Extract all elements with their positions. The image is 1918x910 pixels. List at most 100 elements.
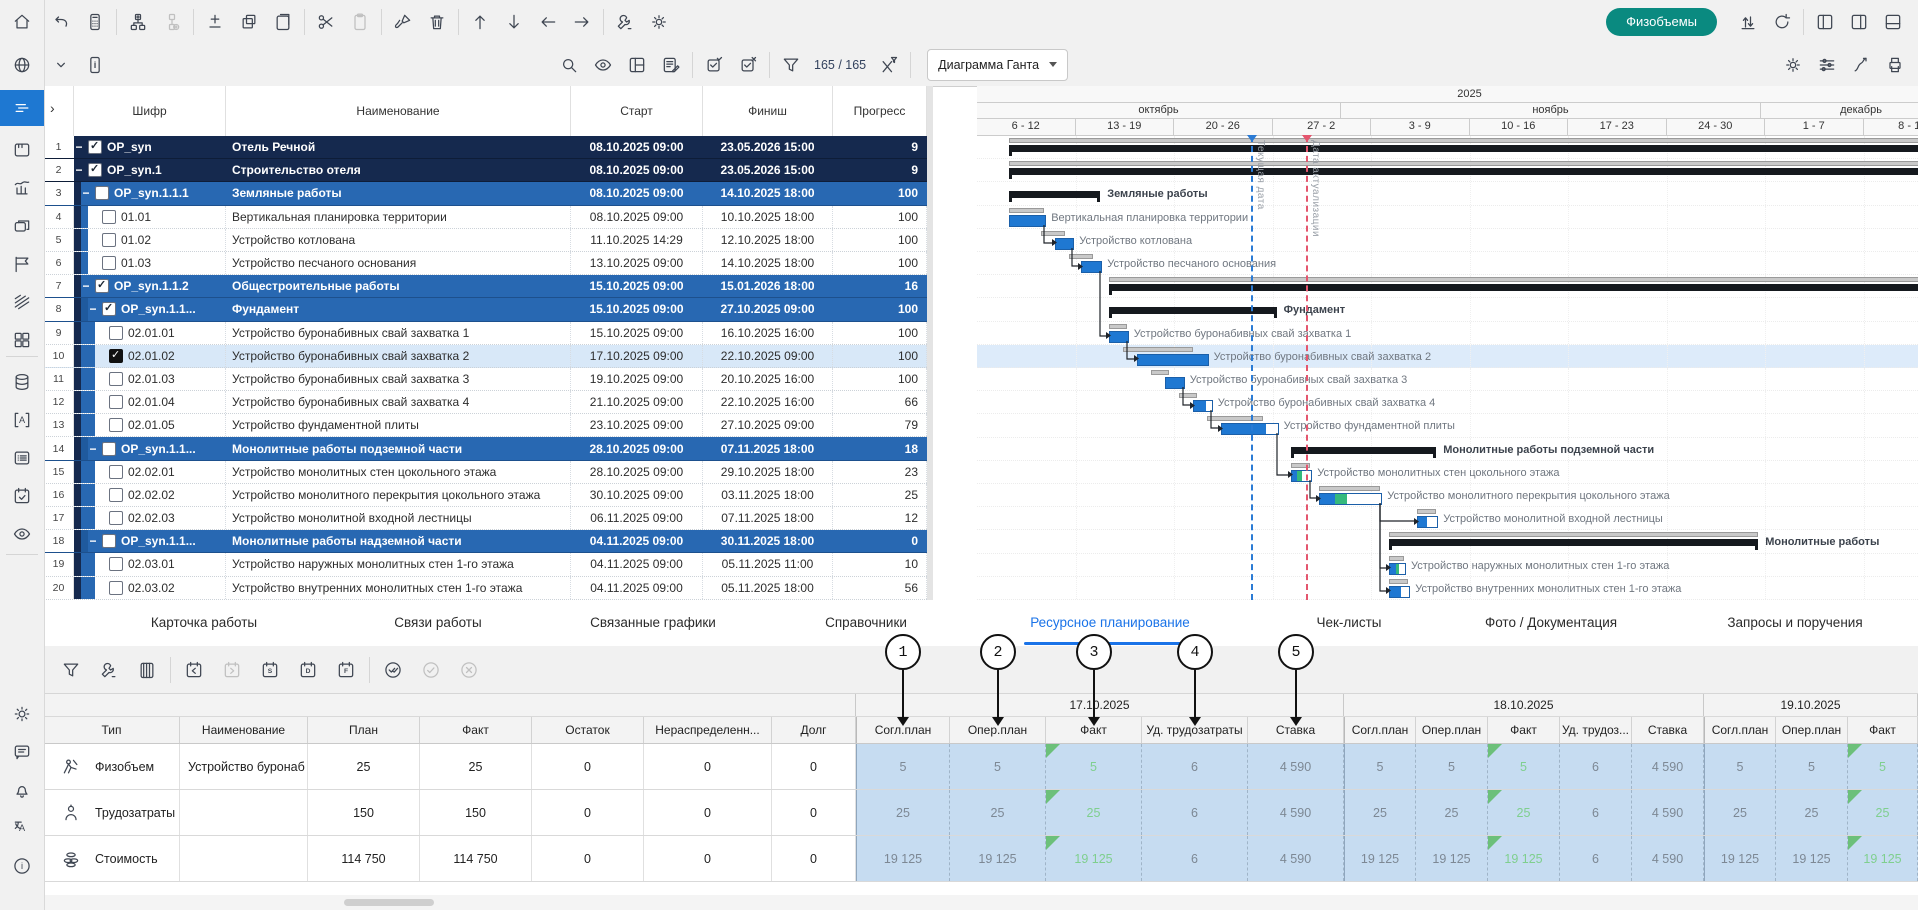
gantt-row[interactable]: Монолитные работы подземной части — [977, 438, 1918, 461]
task-progress-cell[interactable]: 100 — [833, 345, 927, 367]
scale-fact-icon[interactable]: F — [327, 652, 365, 688]
task-row[interactable]: 14 −OP_syn.1.1... Монолитные работы подз… — [44, 437, 927, 460]
sidebar-item-list-view[interactable] — [0, 440, 44, 476]
task-name-cell[interactable]: Монолитные работы надземной части — [226, 530, 571, 552]
tab-Запросы и поручения[interactable]: Запросы и поручения — [1727, 600, 1862, 645]
row-expander[interactable]: − — [88, 534, 98, 548]
resource-day-cell[interactable]: 19 125 — [1416, 836, 1488, 881]
indent-icon[interactable] — [565, 5, 599, 39]
task-name-cell[interactable]: Устройство внутренних монолитных стен 1-… — [226, 577, 571, 599]
row-checkbox[interactable] — [109, 581, 123, 595]
move-down-icon[interactable] — [497, 5, 531, 39]
task-name-cell[interactable]: Устройство фундаментной плиты — [226, 414, 571, 436]
sidebar-item-calendar-tasks-view[interactable] — [0, 478, 44, 514]
sidebar-item-language[interactable]: A — [0, 810, 44, 846]
resource-day-cell[interactable]: 5 — [1046, 744, 1142, 789]
task-finish-cell[interactable]: 05.11.2025 18:00 — [703, 577, 833, 599]
row-expander[interactable]: − — [81, 279, 91, 293]
resource-value-cell[interactable]: 0 — [532, 744, 644, 789]
columns-icon[interactable] — [620, 48, 654, 82]
task-start-cell[interactable]: 11.10.2025 14:29 — [571, 229, 703, 251]
task-bar[interactable] — [1009, 215, 1046, 227]
task-name-cell[interactable]: Устройство котлована — [226, 229, 571, 251]
resource-day-cell[interactable]: 6 — [1560, 790, 1632, 835]
sidebar-item-home[interactable] — [0, 4, 44, 40]
resource-day-column-Опер.план[interactable]: Опер.план — [1416, 717, 1488, 743]
task-name-cell[interactable]: Устройство монолитных стен цокольного эт… — [226, 461, 571, 483]
resource-name-cell[interactable] — [180, 790, 308, 835]
resource-value-cell[interactable]: 0 — [644, 836, 772, 881]
approve-all-icon[interactable] — [374, 652, 412, 688]
task-start-cell[interactable]: 21.10.2025 09:00 — [571, 391, 703, 413]
add-sibling-task-icon[interactable] — [121, 5, 155, 39]
task-progress-cell[interactable]: 9 — [833, 159, 927, 181]
task-progress-cell[interactable]: 25 — [833, 484, 927, 506]
task-code-cell[interactable]: −OP_syn.1.1... — [74, 298, 226, 320]
resource-day-cell[interactable]: 5 — [856, 744, 950, 789]
row-checkbox[interactable] — [102, 534, 116, 548]
task-name-cell[interactable]: Устройство буронабивных свай захватка 1 — [226, 322, 571, 344]
period-back-icon[interactable] — [175, 652, 213, 688]
gantt-row[interactable] — [977, 136, 1918, 159]
resource-column-Наименование[interactable]: Наименование — [180, 717, 308, 743]
row-checkbox[interactable] — [88, 140, 102, 154]
task-row[interactable]: 17 02.02.03 Устройство монолитной входно… — [44, 507, 927, 530]
task-progress-cell[interactable]: 79 — [833, 414, 927, 436]
table-menu-caret-icon[interactable] — [44, 48, 78, 82]
task-finish-cell[interactable]: 23.05.2026 15:00 — [703, 136, 833, 158]
sidebar-item-theme-toggle[interactable] — [0, 696, 44, 732]
resource-value-cell[interactable]: 0 — [532, 836, 644, 881]
gantt-row[interactable]: Земляные работы — [977, 182, 1918, 205]
resource-tools-icon[interactable] — [90, 652, 128, 688]
clear-filter-icon[interactable] — [872, 48, 906, 82]
task-row[interactable]: 12 02.01.04 Устройство буронабивных свай… — [44, 391, 927, 414]
task-code-cell[interactable]: −OP_syn.1.1... — [74, 437, 226, 459]
task-progress-cell[interactable]: 100 — [833, 368, 927, 390]
worker-icon[interactable] — [54, 750, 88, 784]
task-name-cell[interactable]: Устройство буронабивных свай захватка 4 — [226, 391, 571, 413]
task-name-cell[interactable]: Земляные работы — [226, 182, 571, 204]
task-bar[interactable] — [1055, 238, 1074, 250]
period-columns-icon[interactable] — [128, 652, 166, 688]
resource-day-cell[interactable]: 5 — [1704, 744, 1776, 789]
resource-day-cell[interactable]: 4 590 — [1632, 836, 1704, 881]
task-row[interactable]: 18 −OP_syn.1.1... Монолитные работы надз… — [44, 530, 927, 553]
resource-value-cell[interactable]: 0 — [772, 836, 856, 881]
column-header-Финиш[interactable]: Финиш — [703, 86, 833, 136]
resource-name-cell[interactable]: Устройство буронаб — [180, 744, 308, 789]
task-row[interactable]: 10 02.01.02 Устройство буронабивных свай… — [44, 345, 927, 368]
task-finish-cell[interactable]: 27.10.2025 09:00 — [703, 414, 833, 436]
task-row[interactable]: 16 02.02.02 Устройство монолитного перек… — [44, 484, 927, 507]
sidebar-item-about[interactable]: i — [0, 848, 44, 884]
task-finish-cell[interactable]: 03.11.2025 18:00 — [703, 484, 833, 506]
resource-day-cell[interactable]: 19 125 — [1704, 836, 1776, 881]
row-expander[interactable]: − — [81, 186, 91, 200]
row-checkbox[interactable] — [109, 557, 123, 571]
resource-value-cell[interactable]: 0 — [772, 744, 856, 789]
gantt-row[interactable]: Устройство песчаного основания — [977, 252, 1918, 275]
row-checkbox[interactable] — [102, 442, 116, 456]
task-start-cell[interactable]: 28.10.2025 09:00 — [571, 437, 703, 459]
summary-bar[interactable] — [1109, 284, 1918, 291]
row-checkbox[interactable] — [109, 488, 123, 502]
summary-bar[interactable] — [1291, 447, 1437, 454]
resource-day-cell[interactable]: 6 — [1142, 836, 1248, 881]
resource-day-cell[interactable]: 25 — [1416, 790, 1488, 835]
task-name-cell[interactable]: Строительство отеля — [226, 159, 571, 181]
task-progress-cell[interactable]: 12 — [833, 507, 927, 529]
insert-task-icon[interactable] — [198, 5, 232, 39]
sidebar-item-notifications[interactable] — [0, 772, 44, 808]
sidebar-item-milestones-view[interactable] — [0, 246, 44, 282]
task-row[interactable]: 3 −OP_syn.1.1.1 Земляные работы 08.10.20… — [44, 182, 927, 205]
move-up-icon[interactable] — [463, 5, 497, 39]
search-icon[interactable] — [552, 48, 586, 82]
resource-day-cell[interactable]: 5 — [1416, 744, 1488, 789]
sidebar-item-comments[interactable] — [0, 734, 44, 770]
resource-day-column-Факт[interactable]: Факт — [1488, 717, 1560, 743]
collapse-panel-chevron[interactable]: › — [50, 100, 55, 116]
resource-day-cell[interactable]: 5 — [1344, 744, 1416, 789]
gantt-row[interactable]: Фундамент — [977, 298, 1918, 321]
outdent-icon[interactable] — [531, 5, 565, 39]
task-bar[interactable] — [1291, 470, 1313, 482]
task-code-cell[interactable]: 02.01.03 — [74, 368, 226, 390]
